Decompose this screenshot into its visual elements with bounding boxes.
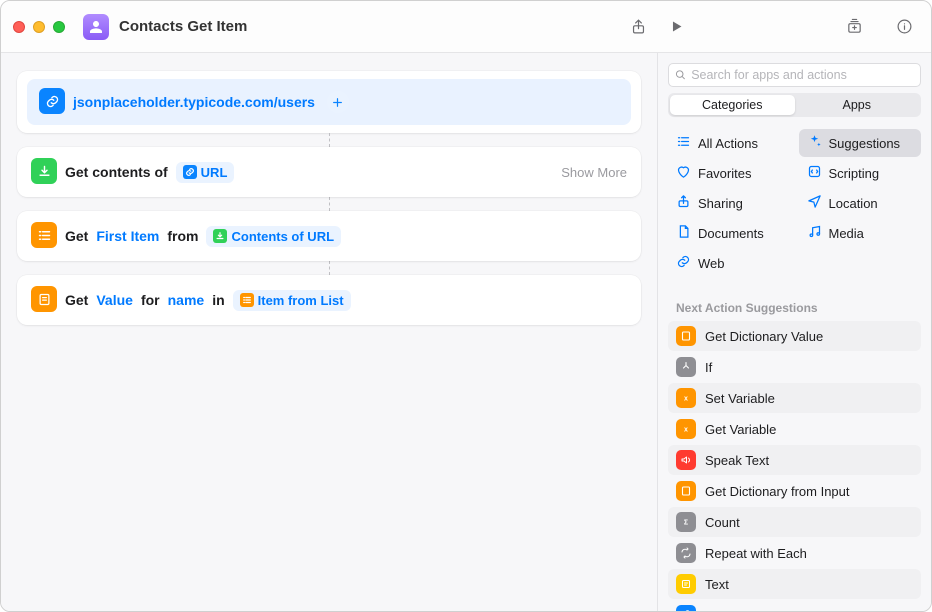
url-value[interactable]: jsonplaceholder.typicode.com/users <box>73 94 315 110</box>
sigma-icon: Σ <box>676 512 696 532</box>
variable-icon: x <box>676 419 696 439</box>
variable-icon: x <box>676 388 696 408</box>
get-dictionary-value-action[interactable]: Get Value for name in Item from List <box>17 275 641 325</box>
heart-icon <box>676 164 691 182</box>
branch-icon <box>676 357 696 377</box>
suggestion-item[interactable]: Speak Text <box>668 445 921 475</box>
share-button[interactable] <box>623 12 653 42</box>
get-item-from-list-action[interactable]: Get First Item from Contents of URL <box>17 211 641 261</box>
cat-documents[interactable]: Documents <box>668 219 791 247</box>
cat-suggestions[interactable]: Suggestions <box>799 129 922 157</box>
item-from-list-token[interactable]: Item from List <box>233 290 351 311</box>
titlebar-actions <box>615 12 919 42</box>
segmented-control: Categories Apps <box>668 93 921 117</box>
token-label: Item from List <box>258 293 344 308</box>
suggestion-item[interactable]: Get Dictionary from Input <box>668 476 921 506</box>
titlebar: Contacts Get Item <box>1 1 931 53</box>
download-icon <box>213 229 227 243</box>
suggestions-list: Get Dictionary Value If xSet Variable xG… <box>658 321 931 612</box>
minimize-window-button[interactable] <box>33 21 45 33</box>
value-param[interactable]: Value <box>96 292 133 308</box>
workflow-canvas[interactable]: jsonplaceholder.typicode.com/users Get c… <box>1 53 657 611</box>
document-icon <box>676 224 691 242</box>
suggestion-item[interactable]: xGet Variable <box>668 414 921 444</box>
connector <box>329 133 330 147</box>
link-icon <box>676 605 696 612</box>
connector <box>329 261 330 275</box>
window-title: Contacts Get Item <box>119 18 247 35</box>
cat-favorites[interactable]: Favorites <box>668 159 791 187</box>
suggestion-item[interactable]: Text <box>668 569 921 599</box>
speaker-icon <box>676 450 696 470</box>
share-icon <box>676 194 691 212</box>
list-icon <box>676 134 691 152</box>
link-icon <box>39 88 65 114</box>
fullscreen-window-button[interactable] <box>53 21 65 33</box>
suggestion-item[interactable]: Repeat with Each <box>668 538 921 568</box>
token-label: URL <box>201 165 228 180</box>
action-label: Get contents of <box>65 164 168 180</box>
kw-get: Get <box>65 292 88 308</box>
traffic-lights <box>13 21 65 33</box>
contents-of-url-token[interactable]: Contents of URL <box>206 226 341 247</box>
suggestion-item[interactable]: ΣCount <box>668 507 921 537</box>
link-icon <box>676 254 691 272</box>
list-icon <box>240 293 254 307</box>
scripting-icon <box>807 164 822 182</box>
category-grid: All Actions Suggestions Favorites Script… <box>658 125 931 287</box>
dictionary-icon <box>676 326 696 346</box>
window: Contacts Get Item <box>0 0 932 612</box>
search-field[interactable] <box>668 63 921 87</box>
text-icon <box>676 574 696 594</box>
cat-scripting[interactable]: Scripting <box>799 159 922 187</box>
suggestion-item[interactable]: URL <box>668 600 921 612</box>
kw-in: in <box>212 292 224 308</box>
actions-sidebar: Categories Apps All Actions Suggestions … <box>657 53 931 611</box>
first-item-param[interactable]: First Item <box>96 228 159 244</box>
link-icon <box>183 165 197 179</box>
cat-location[interactable]: Location <box>799 189 922 217</box>
connector <box>329 197 330 211</box>
svg-text:x: x <box>684 427 688 434</box>
suggestion-item[interactable]: xSet Variable <box>668 383 921 413</box>
dictionary-icon <box>31 286 57 312</box>
library-button[interactable] <box>839 12 869 42</box>
kw-from: from <box>167 228 198 244</box>
suggestions-header: Next Action Suggestions <box>658 291 931 321</box>
url-param-token[interactable]: URL <box>176 162 235 183</box>
add-url-button[interactable] <box>327 91 349 113</box>
segment-apps[interactable]: Apps <box>795 95 920 115</box>
download-icon <box>31 158 57 184</box>
music-icon <box>807 224 822 242</box>
search-input[interactable] <box>691 68 914 82</box>
body: jsonplaceholder.typicode.com/users Get c… <box>1 53 931 611</box>
info-button[interactable] <box>889 12 919 42</box>
sparkle-icon <box>807 134 822 152</box>
svg-text:x: x <box>684 396 688 403</box>
url-action-card[interactable]: jsonplaceholder.typicode.com/users <box>17 71 641 133</box>
repeat-icon <box>676 543 696 563</box>
kw-for: for <box>141 292 160 308</box>
search-icon <box>675 69 686 81</box>
list-icon <box>31 222 57 248</box>
cat-sharing[interactable]: Sharing <box>668 189 791 217</box>
run-button[interactable] <box>661 12 691 42</box>
close-window-button[interactable] <box>13 21 25 33</box>
show-more-button[interactable]: Show More <box>561 165 627 180</box>
kw-get: Get <box>65 228 88 244</box>
token-label: Contents of URL <box>231 229 334 244</box>
dictionary-icon <box>676 481 696 501</box>
segment-categories[interactable]: Categories <box>670 95 795 115</box>
cat-media[interactable]: Media <box>799 219 922 247</box>
suggestion-item[interactable]: Get Dictionary Value <box>668 321 921 351</box>
get-contents-action[interactable]: Get contents of URL Show More <box>17 147 641 197</box>
workflow-icon <box>83 14 109 40</box>
key-param[interactable]: name <box>168 292 205 308</box>
cat-all-actions[interactable]: All Actions <box>668 129 791 157</box>
cat-web[interactable]: Web <box>668 249 791 277</box>
location-icon <box>807 194 822 212</box>
suggestion-item[interactable]: If <box>668 352 921 382</box>
svg-text:Σ: Σ <box>684 520 688 527</box>
